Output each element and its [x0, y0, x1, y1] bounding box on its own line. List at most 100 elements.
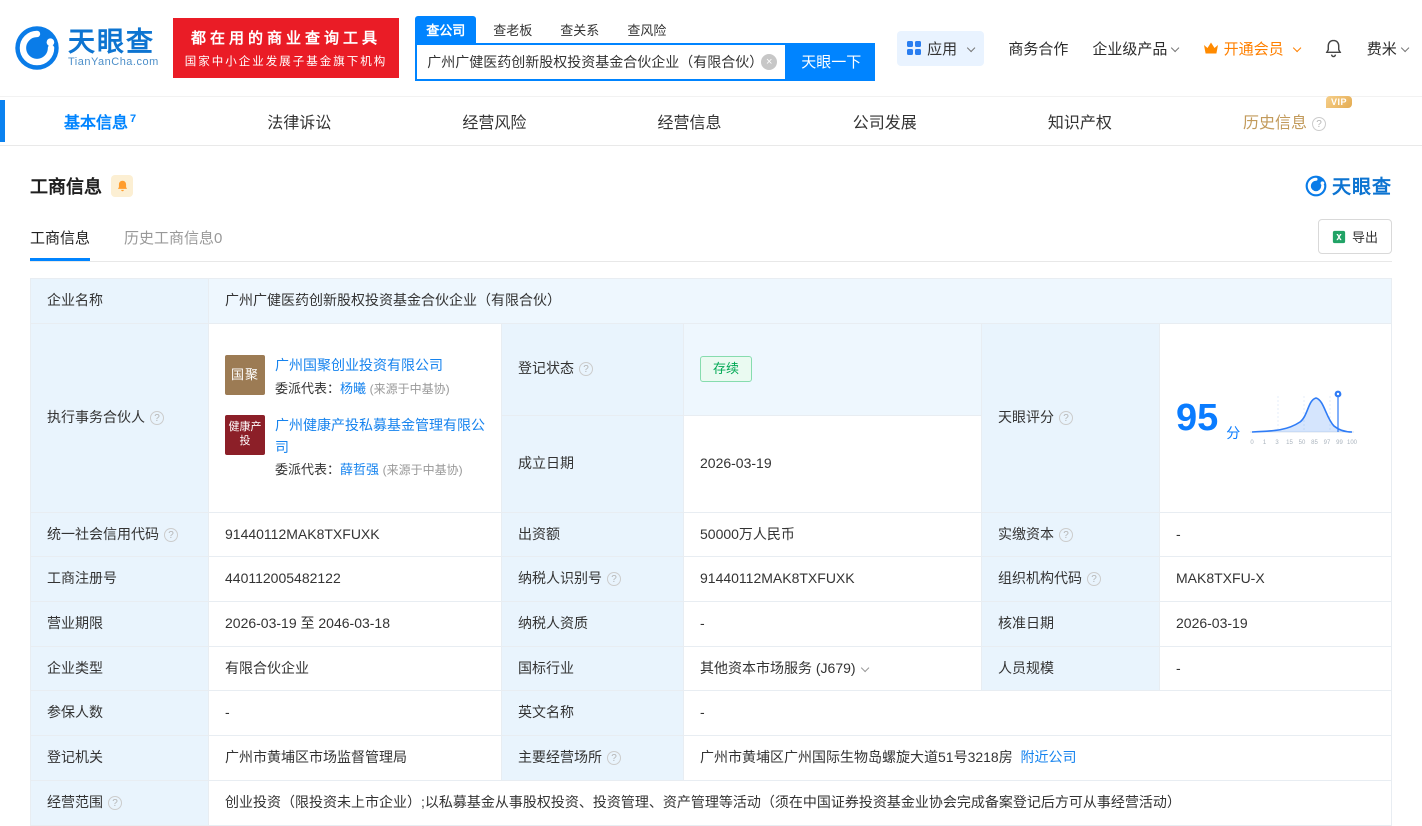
svg-text:50: 50 — [1299, 440, 1306, 446]
credit-code-value: 91440112MAK8TXFUXK — [209, 512, 502, 557]
help-icon[interactable] — [108, 796, 122, 810]
status-badge: 存续 — [700, 356, 752, 382]
staff-size-label: 人员规模 — [982, 646, 1160, 691]
table-row: 登记机关 广州市黄埔区市场监督管理局 主要经营场所 广州市黄埔区广州国际生物岛螺… — [31, 736, 1392, 781]
search-tab-boss[interactable]: 查老板 — [482, 16, 543, 43]
search-tab-company[interactable]: 查公司 — [415, 16, 476, 43]
company-type-label: 企业类型 — [31, 646, 209, 691]
english-name-label: 英文名称 — [502, 691, 684, 736]
help-icon[interactable] — [164, 528, 178, 542]
clear-search-icon[interactable]: × — [761, 54, 777, 70]
table-row: 经营范围 创业投资（限投资未上市企业）;以私募基金从事股权投资、投资管理、资产管… — [31, 780, 1392, 825]
section-title: 工商信息 — [30, 173, 102, 199]
paid-capital-value: - — [1160, 512, 1392, 557]
nav-open-vip[interactable]: 开通会员 — [1203, 38, 1300, 59]
search-input[interactable] — [427, 54, 761, 70]
representative-link[interactable]: 杨曦 — [340, 381, 366, 396]
svg-text:99: 99 — [1336, 440, 1343, 446]
tianyancha-logo-icon — [14, 25, 60, 71]
nav-enterprise-products[interactable]: 企业级产品 — [1092, 38, 1178, 59]
search-block: 查公司 查老板 查关系 查风险 × 天眼一下 — [415, 16, 875, 81]
tab-basic-count: 7 — [130, 113, 136, 125]
help-icon[interactable] — [150, 411, 164, 425]
help-icon[interactable] — [1059, 528, 1073, 542]
tab-operating-risk[interactable]: 经营风险 — [462, 109, 526, 133]
credit-code-label: 统一社会信用代码 — [31, 512, 209, 557]
notification-bell-icon[interactable] — [1324, 38, 1343, 58]
company-name-label: 企业名称 — [31, 279, 209, 324]
help-icon[interactable] — [607, 572, 621, 586]
help-icon[interactable] — [1312, 117, 1326, 131]
partner-logo[interactable]: 健康产投 — [225, 415, 265, 455]
business-info-table: 企业名称 广州广健医药创新股权投资基金合伙企业（有限合伙） 执行事务合伙人 国聚… — [30, 278, 1392, 826]
brand-name: 天眼查 — [68, 28, 159, 56]
table-row: 企业名称 广州广健医药创新股权投资基金合伙企业（有限合伙） — [31, 279, 1392, 324]
subtab-business-info[interactable]: 工商信息 — [30, 227, 90, 261]
apps-grid-icon — [907, 41, 921, 55]
left-edge-indicator — [0, 100, 5, 142]
tab-operating-info[interactable]: 经营信息 — [658, 109, 722, 133]
company-type-value: 有限合伙企业 — [209, 646, 502, 691]
source-note: (来源于中基协) — [383, 463, 463, 477]
help-icon[interactable] — [579, 362, 593, 376]
company-name-value: 广州广健医药创新股权投资基金合伙企业（有限合伙） — [209, 279, 1392, 324]
nav-business-coop[interactable]: 商务合作 — [1008, 38, 1068, 59]
export-button[interactable]: 导出 — [1318, 219, 1392, 254]
partner-logo[interactable]: 国聚 — [225, 355, 265, 395]
chevron-down-icon — [1171, 44, 1180, 53]
chevron-down-icon[interactable] — [860, 663, 869, 672]
search-button[interactable]: 天眼一下 — [787, 43, 875, 81]
search-tab-relation[interactable]: 查关系 — [549, 16, 610, 43]
table-row: 营业期限 2026-03-19 至 2046-03-18 纳税人资质 - 核准日… — [31, 602, 1392, 647]
org-code-label: 组织机构代码 — [982, 557, 1160, 602]
apps-label: 应用 — [927, 38, 957, 59]
registration-status-label: 登记状态 — [502, 323, 684, 415]
tianyan-score-cell: 95 分 01 315 5085 — [1160, 323, 1392, 512]
partner-item: 健康产投 广州健康产投私募基金管理有限公司 委派代表：薛哲强 (来源于中基协) — [225, 415, 485, 481]
table-row: 企业类型 有限合伙企业 国标行业 其他资本市场服务 (J679) 人员规模 - — [31, 646, 1392, 691]
tianyancha-logo-icon — [1305, 175, 1327, 197]
tianyan-score-label: 天眼评分 — [982, 323, 1160, 512]
staff-size-value: - — [1160, 646, 1392, 691]
tab-history-info[interactable]: VIP 历史信息 — [1243, 109, 1326, 133]
score-value: 95 — [1176, 399, 1218, 437]
tab-basic-info[interactable]: 基本信息7 — [64, 109, 136, 133]
taxpayer-id-label: 纳税人识别号 — [502, 557, 684, 602]
partner-company-link[interactable]: 广州国聚创业投资有限公司 — [275, 357, 443, 373]
table-row: 执行事务合伙人 国聚 广州国聚创业投资有限公司 委派代表：杨曦 (来源于中基协)… — [31, 323, 1392, 415]
svg-text:97: 97 — [1324, 440, 1331, 446]
tab-intellectual-property[interactable]: 知识产权 — [1048, 109, 1112, 133]
tab-company-development[interactable]: 公司发展 — [853, 109, 917, 133]
brand-domain: TianYanCha.com — [68, 56, 159, 68]
svg-text:3: 3 — [1276, 440, 1280, 446]
content: 工商信息 天眼查 工商信息 历史工商信息0 导出 企业名称 广州广健医药创新股权… — [0, 146, 1422, 826]
english-name-value: - — [684, 691, 1392, 736]
table-row: 统一社会信用代码 91440112MAK8TXFUXK 出资额 50000万人民… — [31, 512, 1392, 557]
tianyancha-watermark: 天眼查 — [1305, 172, 1392, 199]
partner-company-link[interactable]: 广州健康产投私募基金管理有限公司 — [275, 417, 485, 455]
search-tabs: 查公司 查老板 查关系 查风险 — [415, 16, 875, 43]
subscribe-bell-icon[interactable] — [111, 175, 133, 197]
registration-number-label: 工商注册号 — [31, 557, 209, 602]
svg-text:1: 1 — [1263, 440, 1267, 446]
tianyancha-logo[interactable]: 天眼查 TianYanCha.com — [14, 25, 159, 71]
apps-menu[interactable]: 应用 — [897, 31, 984, 66]
help-icon[interactable] — [1087, 572, 1101, 586]
approval-date-label: 核准日期 — [982, 602, 1160, 647]
partner-item: 国聚 广州国聚创业投资有限公司 委派代表：杨曦 (来源于中基协) — [225, 355, 485, 399]
representative-link[interactable]: 薛哲强 — [340, 462, 379, 477]
subtab-history-business-info[interactable]: 历史工商信息0 — [124, 227, 222, 261]
establish-date-value: 2026-03-19 — [684, 415, 982, 512]
main-premises-value: 广州市黄埔区广州国际生物岛螺旋大道51号3218房 附近公司 — [684, 736, 1392, 781]
section-header: 工商信息 天眼查 — [30, 172, 1392, 199]
business-term-value: 2026-03-19 至 2046-03-18 — [209, 602, 502, 647]
industry-label: 国标行业 — [502, 646, 684, 691]
help-icon[interactable] — [607, 751, 621, 765]
tab-legal[interactable]: 法律诉讼 — [267, 109, 331, 133]
nearby-companies-link[interactable]: 附近公司 — [1021, 749, 1077, 765]
search-tab-risk[interactable]: 查风险 — [616, 16, 677, 43]
help-icon[interactable] — [1059, 411, 1073, 425]
user-menu[interactable]: 费米 — [1367, 38, 1408, 59]
svg-text:85: 85 — [1311, 440, 1318, 446]
crown-icon — [1203, 41, 1219, 55]
